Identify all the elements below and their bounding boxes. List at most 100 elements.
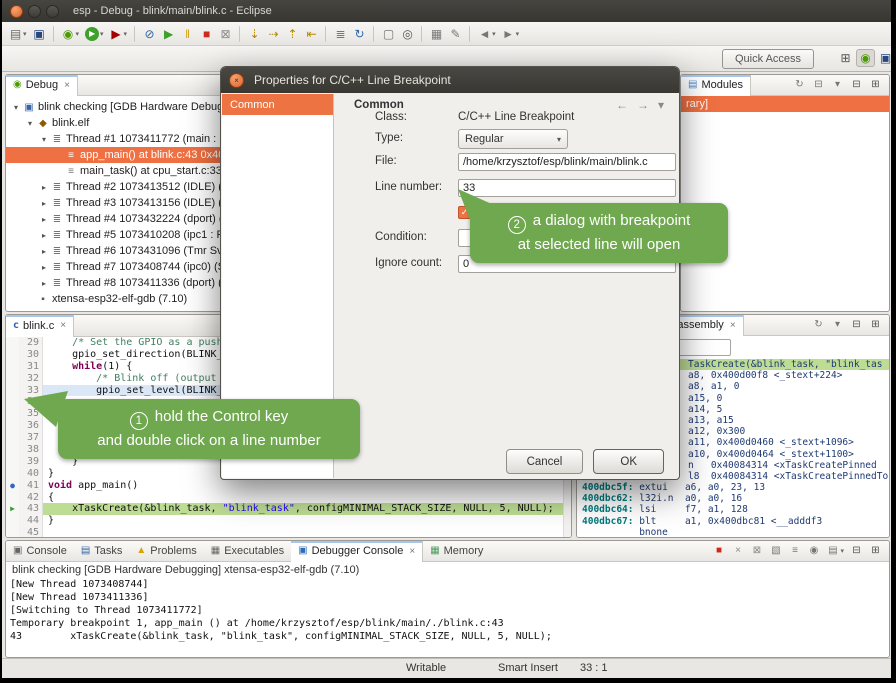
- tab-modules[interactable]: ▤ Modules: [681, 75, 751, 96]
- line-marker-icon[interactable]: [6, 432, 19, 444]
- line-number[interactable]: 42: [19, 492, 43, 504]
- step-return-icon[interactable]: ⇡: [284, 25, 301, 43]
- tab-console[interactable]: ▣ Console: [6, 541, 74, 562]
- separator[interactable]: [373, 26, 375, 42]
- console-output[interactable]: [New Thread 1073408744] [New Thread 1073…: [6, 578, 889, 643]
- line-marker-icon[interactable]: [6, 349, 19, 361]
- forward-icon[interactable]: →: [637, 98, 649, 112]
- ok-button[interactable]: OK: [593, 449, 664, 474]
- disassembly-line[interactable]: bnone: [577, 527, 889, 538]
- annotation-icon[interactable]: ✎: [447, 25, 464, 43]
- line-marker-icon[interactable]: [6, 337, 19, 349]
- expander-icon[interactable]: ▸: [38, 231, 50, 240]
- dialog-close-button[interactable]: ×: [229, 73, 244, 88]
- refresh-icon[interactable]: ↻: [791, 78, 808, 93]
- expander-icon[interactable]: ▾: [10, 103, 22, 112]
- expander-icon[interactable]: ▸: [38, 263, 50, 272]
- close-icon[interactable]: ×: [409, 546, 415, 557]
- drop-to-frame-icon[interactable]: ⇤: [303, 25, 320, 43]
- collapse-all-icon[interactable]: ⊟: [810, 78, 827, 93]
- separator[interactable]: [469, 26, 471, 42]
- line-number[interactable]: 29: [19, 337, 43, 349]
- minimize-icon[interactable]: ⊟: [848, 78, 865, 93]
- step-over-icon[interactable]: ⇢: [265, 25, 282, 43]
- save-icon[interactable]: ▣: [31, 25, 48, 43]
- line-marker-icon[interactable]: [6, 527, 19, 538]
- disassembly-line[interactable]: 400dbc62: l32i.n a0, a0, 16: [577, 493, 889, 504]
- tab-memory[interactable]: ▦ Memory: [423, 541, 490, 562]
- line-number[interactable]: 30: [19, 349, 43, 361]
- sync-icon[interactable]: ↻: [810, 318, 827, 333]
- line-number[interactable]: 43: [19, 503, 43, 515]
- suspend-icon[interactable]: ‖: [179, 25, 196, 43]
- clear-icon[interactable]: ▧: [767, 544, 784, 559]
- maximize-icon[interactable]: ⊞: [867, 544, 884, 559]
- maximize-icon[interactable]: ⊞: [867, 78, 884, 93]
- quick-access-button[interactable]: Quick Access: [722, 49, 814, 69]
- restart-icon[interactable]: ↻: [351, 25, 368, 43]
- tab-debugger-console[interactable]: ▣ Debugger Console ×: [291, 541, 423, 562]
- separator[interactable]: [239, 26, 241, 42]
- new-wizard-icon[interactable]: ▤▾: [7, 25, 29, 43]
- line-number[interactable]: 38: [19, 444, 43, 456]
- code-line[interactable]: 45: [6, 527, 571, 538]
- display-selected-icon[interactable]: ▤▾: [824, 544, 846, 559]
- disassembly-line[interactable]: 400dbc5f: extui a6, a0, 23, 13: [577, 482, 889, 493]
- tab-blink-c[interactable]: c blink.c ×: [6, 315, 74, 337]
- close-icon[interactable]: ×: [730, 320, 736, 331]
- window-maximize-button[interactable]: [46, 5, 59, 18]
- close-icon[interactable]: ×: [64, 80, 70, 91]
- code-line[interactable]: ● 41 void app_main(): [6, 480, 571, 492]
- view-menu-icon[interactable]: ▾: [829, 318, 846, 333]
- line-number[interactable]: 32: [19, 373, 43, 385]
- line-number[interactable]: 45: [19, 527, 43, 538]
- line-marker-icon[interactable]: [6, 444, 19, 456]
- separator[interactable]: [421, 26, 423, 42]
- minimize-icon[interactable]: ⊟: [848, 544, 865, 559]
- terminate-icon[interactable]: ■: [198, 25, 215, 43]
- separator[interactable]: [134, 26, 136, 42]
- expander-icon[interactable]: ▾: [24, 119, 36, 128]
- tab-debug[interactable]: ◉ Debug ×: [6, 75, 78, 96]
- view-menu-icon[interactable]: ▾: [829, 78, 846, 93]
- skip-breakpoints-icon[interactable]: ⊘: [141, 25, 158, 43]
- remove-all-icon[interactable]: ⊠: [748, 544, 765, 559]
- line-marker-icon[interactable]: [6, 456, 19, 468]
- debug-icon[interactable]: ◉▾: [60, 25, 82, 43]
- minimize-icon[interactable]: ⊟: [848, 318, 865, 333]
- search-icon[interactable]: ◎: [399, 25, 416, 43]
- code-line[interactable]: 42 {: [6, 492, 571, 504]
- dialog-nav-common[interactable]: Common: [222, 94, 333, 115]
- resume-icon[interactable]: ▶: [160, 25, 177, 43]
- run-icon[interactable]: ▶▾: [83, 25, 106, 43]
- separator[interactable]: [325, 26, 327, 42]
- disassembly-line[interactable]: 400dbc67: blt a1, 0x400dbc81 <__adddf3: [577, 516, 889, 527]
- forward-icon[interactable]: ►▾: [500, 25, 522, 43]
- terminate-icon[interactable]: ■: [710, 544, 727, 559]
- disconnect-icon[interactable]: ⊠: [217, 25, 234, 43]
- line-marker-icon[interactable]: ▶: [6, 503, 19, 515]
- remove-launch-icon[interactable]: ×: [729, 544, 746, 559]
- line-number[interactable]: 37: [19, 432, 43, 444]
- window-close-button[interactable]: [10, 5, 23, 18]
- line-number[interactable]: 39: [19, 456, 43, 468]
- line-marker-icon[interactable]: [6, 408, 19, 420]
- separator[interactable]: [53, 26, 55, 42]
- file-input[interactable]: [458, 153, 676, 171]
- line-marker-icon[interactable]: [6, 515, 19, 527]
- line-number[interactable]: 44: [19, 515, 43, 527]
- expander-icon[interactable]: ▸: [38, 215, 50, 224]
- maximize-icon[interactable]: ⊞: [867, 318, 884, 333]
- tab-tasks[interactable]: ▤ Tasks: [74, 541, 130, 562]
- expander-icon[interactable]: ▸: [38, 279, 50, 288]
- external-tools-icon[interactable]: ▶▾: [108, 25, 130, 43]
- step-into-icon[interactable]: ⇣: [246, 25, 263, 43]
- mark-occurrences-icon[interactable]: ▦: [428, 25, 445, 43]
- view-menu-icon[interactable]: ▾: [658, 98, 664, 112]
- tab-problems[interactable]: ▲ Problems: [129, 541, 203, 562]
- open-perspective-icon[interactable]: ⊞: [837, 49, 854, 67]
- line-marker-icon[interactable]: [6, 361, 19, 373]
- line-marker-icon[interactable]: ●: [6, 480, 19, 492]
- cancel-button[interactable]: Cancel: [506, 449, 584, 474]
- expander-icon[interactable]: ▸: [38, 183, 50, 192]
